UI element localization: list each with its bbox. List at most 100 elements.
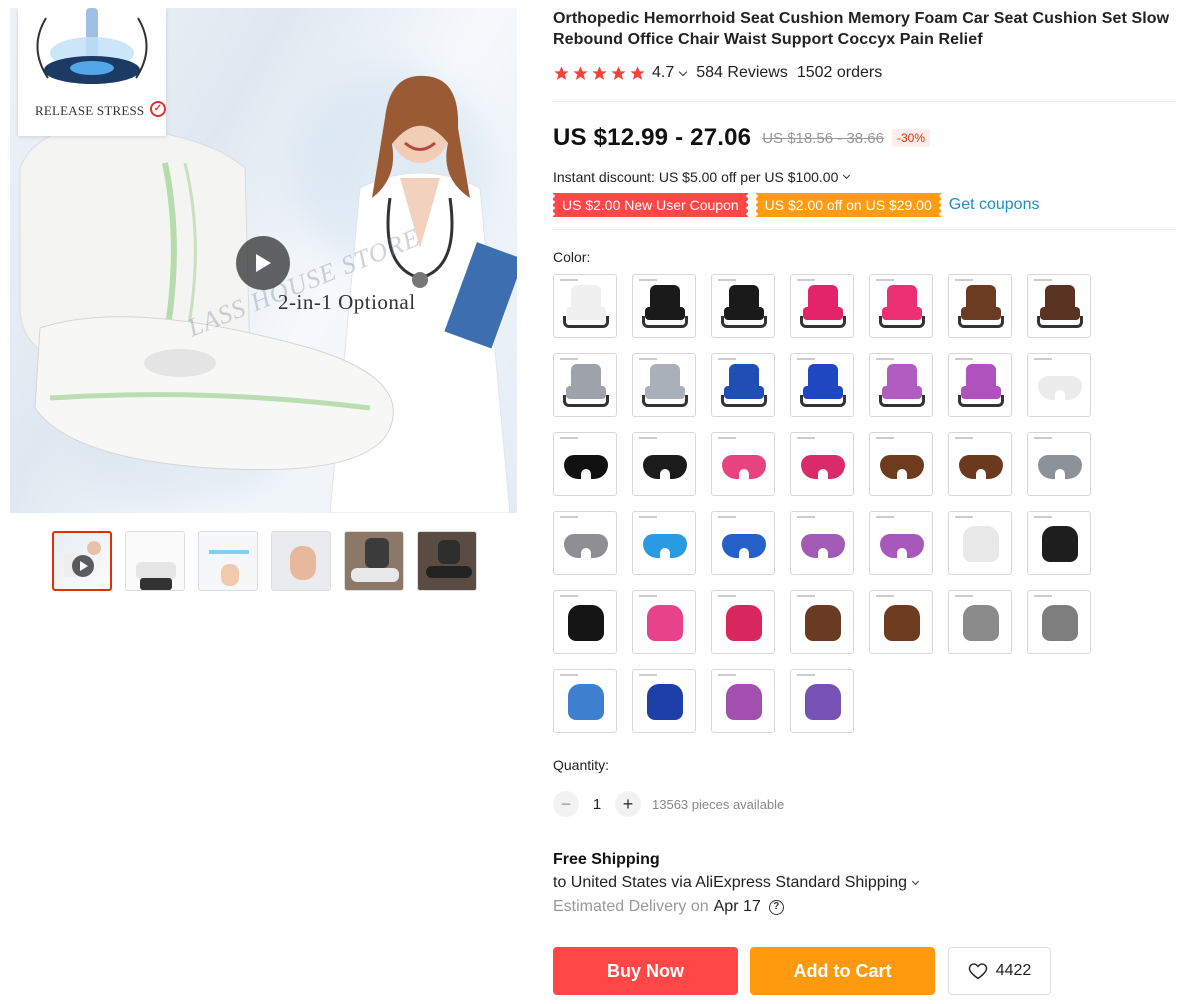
chevron-down-icon bbox=[911, 877, 920, 886]
color-swatch[interactable] bbox=[869, 432, 933, 496]
color-swatch[interactable] bbox=[1027, 274, 1091, 338]
thumbnail-image[interactable] bbox=[417, 531, 477, 591]
color-swatch[interactable] bbox=[948, 353, 1012, 417]
rating-row: 4.7 584 Reviews 1502 orders bbox=[553, 61, 1175, 85]
color-swatch[interactable] bbox=[632, 511, 696, 575]
color-swatch[interactable] bbox=[632, 669, 696, 733]
swatch-caption bbox=[639, 595, 657, 597]
price-row: US $12.99 - 27.06 US $18.56 - 38.66 -30% bbox=[553, 122, 1175, 154]
chair-seat-shape bbox=[645, 307, 685, 320]
quantity-value[interactable]: 1 bbox=[579, 796, 615, 813]
chair-seat-shape bbox=[724, 386, 764, 399]
color-swatch[interactable] bbox=[869, 590, 933, 654]
swatch-caption bbox=[955, 516, 973, 518]
wishlist-count: 4422 bbox=[995, 962, 1032, 979]
swatch-caption bbox=[639, 358, 657, 360]
decrease-quantity-button[interactable]: − bbox=[553, 791, 579, 817]
swatch-caption bbox=[955, 595, 973, 597]
lumbar-pillow-shape bbox=[1042, 526, 1078, 562]
lumbar-pillow-shape bbox=[647, 684, 683, 720]
color-swatch[interactable] bbox=[1027, 353, 1091, 417]
color-swatch[interactable] bbox=[711, 274, 775, 338]
color-swatch[interactable] bbox=[790, 432, 854, 496]
color-swatch[interactable] bbox=[1027, 511, 1091, 575]
increase-quantity-button[interactable]: + bbox=[615, 791, 641, 817]
chair-seat-shape bbox=[724, 307, 764, 320]
play-video-button[interactable] bbox=[236, 236, 290, 290]
star-rating[interactable] bbox=[553, 65, 646, 82]
chair-seat-shape bbox=[803, 386, 843, 399]
color-swatch[interactable] bbox=[948, 590, 1012, 654]
instant-discount[interactable]: Instant discount: US $5.00 off per US $1… bbox=[553, 168, 1175, 186]
color-swatch[interactable] bbox=[632, 590, 696, 654]
rating-value[interactable]: 4.7 bbox=[652, 64, 674, 82]
lumbar-pillow-shape bbox=[805, 684, 841, 720]
color-swatch[interactable] bbox=[632, 274, 696, 338]
color-swatch[interactable] bbox=[790, 511, 854, 575]
color-swatch[interactable] bbox=[632, 432, 696, 496]
product-info: Orthopedic Hemorrhoid Seat Cushion Memor… bbox=[551, 8, 1175, 995]
color-swatch[interactable] bbox=[553, 669, 617, 733]
color-swatch[interactable] bbox=[711, 669, 775, 733]
get-coupons-link[interactable]: Get coupons bbox=[949, 196, 1040, 214]
shipping-title: Free Shipping bbox=[553, 851, 660, 868]
original-price: US $18.56 - 38.66 bbox=[762, 129, 884, 147]
swatch-caption bbox=[876, 437, 894, 439]
thumbnail-image[interactable] bbox=[198, 531, 258, 591]
color-swatch[interactable] bbox=[632, 353, 696, 417]
color-swatch[interactable] bbox=[948, 274, 1012, 338]
thumbnail-image[interactable] bbox=[125, 531, 185, 591]
swatch-caption bbox=[718, 279, 736, 281]
color-swatch[interactable] bbox=[711, 590, 775, 654]
swatch-caption bbox=[718, 595, 736, 597]
thumbnail-image[interactable] bbox=[344, 531, 404, 591]
color-swatch[interactable] bbox=[553, 274, 617, 338]
thumbnail-image[interactable] bbox=[271, 531, 331, 591]
discount-badge: -30% bbox=[891, 129, 930, 147]
swatch-caption bbox=[955, 358, 973, 360]
color-swatch[interactable] bbox=[1027, 432, 1091, 496]
store-coupon[interactable]: US $2.00 off on US $29.00 bbox=[753, 193, 943, 217]
wishlist-button[interactable]: 4422 bbox=[948, 947, 1051, 995]
reviews-link[interactable]: 584 Reviews bbox=[696, 64, 788, 82]
color-swatch[interactable] bbox=[553, 432, 617, 496]
chair-seat-shape bbox=[566, 386, 606, 399]
color-swatch[interactable] bbox=[869, 353, 933, 417]
color-swatch[interactable] bbox=[553, 590, 617, 654]
buy-now-button[interactable]: Buy Now bbox=[553, 947, 738, 995]
orders-count: 1502 orders bbox=[796, 64, 883, 81]
chair-seat-shape bbox=[803, 307, 843, 320]
color-swatch[interactable] bbox=[869, 511, 933, 575]
lumbar-pillow-shape bbox=[884, 605, 920, 641]
swatch-caption bbox=[560, 279, 578, 281]
main-product-image[interactable]: RELEASE STRESS ✓ LASS HOUSE STORE 2-in-1… bbox=[10, 8, 517, 513]
new-user-coupon[interactable]: US $2.00 New User Coupon bbox=[551, 193, 750, 217]
available-stock: 13563 pieces available bbox=[652, 796, 785, 812]
swatch-caption bbox=[955, 437, 973, 439]
swatch-caption bbox=[560, 437, 578, 439]
chevron-down-icon bbox=[843, 171, 851, 180]
swatch-caption bbox=[1034, 279, 1052, 281]
color-swatch[interactable] bbox=[553, 353, 617, 417]
color-swatch[interactable] bbox=[790, 274, 854, 338]
color-swatch[interactable] bbox=[869, 274, 933, 338]
color-swatch[interactable] bbox=[711, 511, 775, 575]
color-swatch[interactable] bbox=[948, 432, 1012, 496]
seat-cushion-shape bbox=[643, 455, 687, 479]
color-swatch[interactable] bbox=[711, 353, 775, 417]
star-icon bbox=[630, 65, 645, 80]
color-swatch[interactable] bbox=[790, 353, 854, 417]
seat-cushion-shape bbox=[643, 534, 687, 558]
thumbnail-video[interactable] bbox=[52, 531, 112, 591]
chevron-down-icon[interactable] bbox=[679, 67, 688, 76]
color-swatch[interactable] bbox=[711, 432, 775, 496]
quantity-label: Quantity: bbox=[553, 757, 610, 773]
color-swatch[interactable] bbox=[553, 511, 617, 575]
add-to-cart-button[interactable]: Add to Cart bbox=[750, 947, 935, 995]
color-swatch[interactable] bbox=[790, 669, 854, 733]
help-icon[interactable]: ? bbox=[768, 899, 784, 915]
color-swatch[interactable] bbox=[1027, 590, 1091, 654]
color-swatch[interactable] bbox=[948, 511, 1012, 575]
color-swatch[interactable] bbox=[790, 590, 854, 654]
shipping-method[interactable]: to United States via AliExpress Standard… bbox=[553, 874, 1175, 892]
